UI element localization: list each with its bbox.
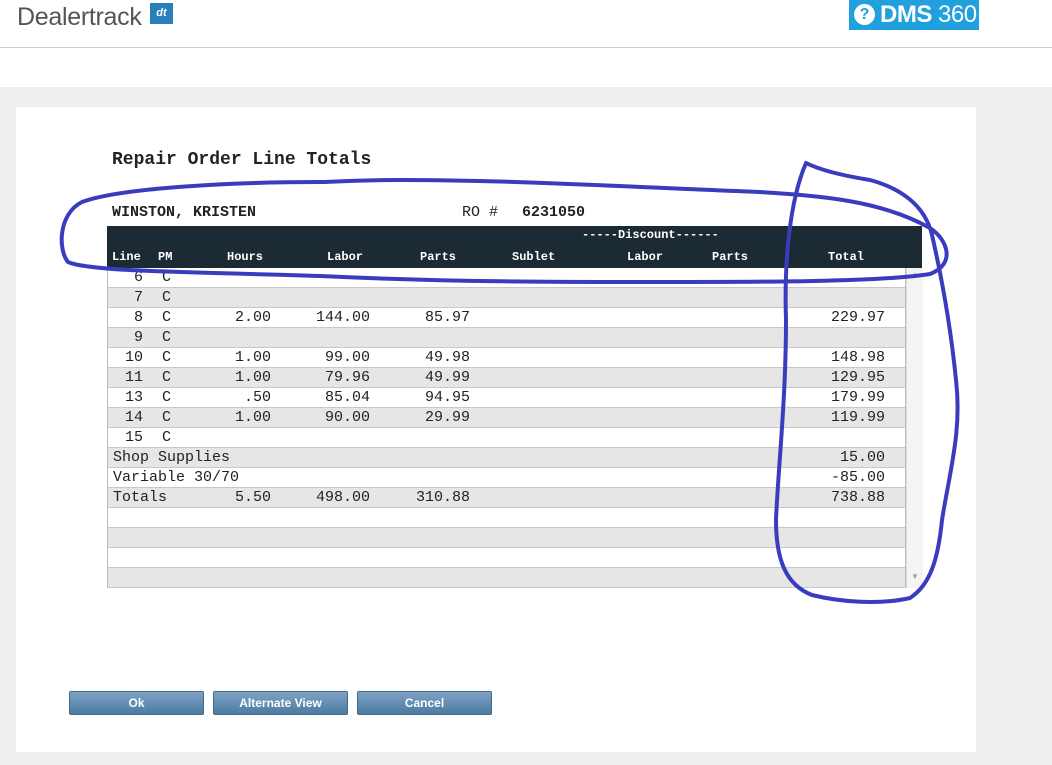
- cell-labor: 79.96: [324, 369, 370, 386]
- table-row[interactable]: 11 C 1.00 79.96 49.99 129.95: [108, 368, 905, 388]
- table-row[interactable]: 7 C: [108, 288, 905, 308]
- empty-row[interactable]: [108, 508, 905, 528]
- cell-total: 148.98: [830, 349, 885, 366]
- col-header-pm: PM: [158, 250, 173, 264]
- cell-hours: 1.00: [234, 409, 271, 426]
- col-header-discount-labor: Labor: [627, 250, 664, 264]
- table-row[interactable]: 14 C 1.00 90.00 29.99 119.99: [108, 408, 905, 428]
- table-row[interactable]: 10 C 1.00 99.00 49.98 148.98: [108, 348, 905, 368]
- product-version: 360: [938, 1, 977, 28]
- page-title: Repair Order Line Totals: [112, 150, 372, 170]
- cell-total: 738.88: [830, 489, 885, 506]
- cell-pm: C: [162, 389, 172, 406]
- cell-pm: C: [162, 309, 172, 326]
- table-row[interactable]: 8 C 2.00 144.00 85.97 229.97: [108, 308, 905, 328]
- product-label: DMS: [880, 1, 932, 28]
- cell-hours: 2.00: [234, 309, 271, 326]
- cell-total: 15.00: [839, 449, 885, 466]
- cell-hours: .50: [243, 389, 271, 406]
- cell-labor: 144.00: [315, 309, 370, 326]
- cell-total: 179.99: [830, 389, 885, 406]
- cell-line: 8: [133, 309, 143, 326]
- col-header-labor: Labor: [327, 250, 364, 264]
- grid-header: -----Discount------ Line PM Hours Labor …: [107, 226, 922, 268]
- col-header-parts: Parts: [420, 250, 457, 264]
- customer-name: WINSTON, KRISTEN: [112, 204, 257, 221]
- cell-line: 10: [124, 349, 143, 366]
- summary-label: Totals: [113, 489, 168, 506]
- summary-label: Variable 30/70: [113, 469, 240, 486]
- cell-labor: 90.00: [324, 409, 370, 426]
- table-row[interactable]: 9 C: [108, 328, 905, 348]
- cell-pm: C: [162, 329, 172, 346]
- dms-360-badge: ? DMS 360: [849, 0, 979, 30]
- cell-line: 13: [124, 389, 143, 406]
- cell-labor: 498.00: [315, 489, 370, 506]
- cell-parts: 49.99: [424, 369, 470, 386]
- summary-row-totals[interactable]: Totals 5.50 498.00 310.88 738.88: [108, 488, 905, 508]
- cell-hours: 1.00: [234, 349, 271, 366]
- cell-line: 11: [124, 369, 143, 386]
- cell-line: 9: [133, 329, 143, 346]
- product-name: DMS 360: [880, 1, 977, 29]
- cell-line: 14: [124, 409, 143, 426]
- summary-row-shop-supplies[interactable]: Shop Supplies 15.00: [108, 448, 905, 468]
- discount-group-header: -----Discount------: [582, 228, 719, 242]
- col-header-total: Total: [828, 250, 865, 264]
- scroll-up-arrow-icon[interactable]: ▲: [907, 270, 923, 279]
- cell-pm: C: [162, 289, 172, 306]
- cell-parts: 94.95: [424, 389, 470, 406]
- empty-row[interactable]: [108, 568, 905, 588]
- cell-total: 229.97: [830, 309, 885, 326]
- brand-logo-mark: dt: [150, 3, 173, 24]
- cell-pm: C: [162, 409, 172, 426]
- cell-line: 15: [124, 429, 143, 446]
- cell-parts: 49.98: [424, 349, 470, 366]
- cell-parts: 310.88: [415, 489, 470, 506]
- cell-parts: 29.99: [424, 409, 470, 426]
- cell-pm: C: [162, 369, 172, 386]
- col-header-discount-parts: Parts: [712, 250, 749, 264]
- grid-scrollbar[interactable]: ▲ ▼: [906, 268, 923, 588]
- cell-line: 6: [133, 269, 143, 286]
- ro-label: RO #: [462, 204, 499, 221]
- col-header-line: Line: [112, 250, 141, 264]
- cancel-button[interactable]: Cancel: [357, 691, 492, 715]
- cell-parts: 85.97: [424, 309, 470, 326]
- table-row[interactable]: 6 C: [108, 268, 905, 288]
- brand-logo-text: Dealertrack: [17, 3, 142, 31]
- col-header-hours: Hours: [227, 250, 264, 264]
- ok-button[interactable]: Ok: [69, 691, 204, 715]
- cell-pm: C: [162, 349, 172, 366]
- cell-pm: C: [162, 269, 172, 286]
- alternate-view-button[interactable]: Alternate View: [213, 691, 348, 715]
- cell-pm: C: [162, 429, 172, 446]
- col-header-sublet: Sublet: [512, 250, 556, 264]
- cell-line: 7: [133, 289, 143, 306]
- ro-number: 6231050: [522, 204, 586, 221]
- top-bar: Dealertrack dt ? DMS 360: [0, 0, 1052, 48]
- empty-row[interactable]: [108, 548, 905, 568]
- question-circle-icon[interactable]: ?: [854, 4, 875, 25]
- summary-row-variable[interactable]: Variable 30/70 -85.00: [108, 468, 905, 488]
- scroll-down-arrow-icon[interactable]: ▼: [907, 572, 923, 581]
- cell-labor: 85.04: [324, 389, 370, 406]
- table-row[interactable]: 13 C .50 85.04 94.95 179.99: [108, 388, 905, 408]
- summary-label: Shop Supplies: [113, 449, 231, 466]
- cell-hours: 5.50: [234, 489, 271, 506]
- empty-row[interactable]: [108, 528, 905, 548]
- cell-hours: 1.00: [234, 369, 271, 386]
- line-totals-grid[interactable]: 6 C 7 C 8 C 2.00 144.00 85.97 229.97 9 C…: [107, 268, 906, 588]
- cell-total: 129.95: [830, 369, 885, 386]
- cell-total: -85.00: [830, 469, 885, 486]
- cell-labor: 99.00: [324, 349, 370, 366]
- table-row[interactable]: 15 C: [108, 428, 905, 448]
- cell-total: 119.99: [830, 409, 885, 426]
